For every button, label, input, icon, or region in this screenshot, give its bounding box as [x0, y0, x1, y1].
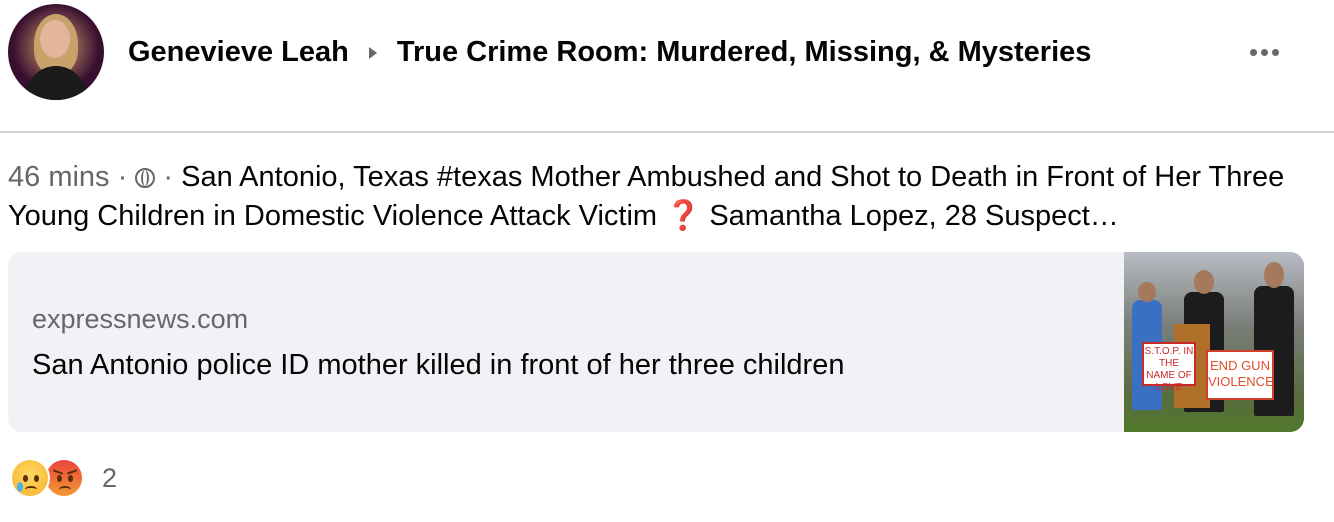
officer-head: [1194, 270, 1214, 294]
link-headline: San Antonio police ID mother killed in f…: [32, 349, 845, 381]
dot-icon: [1249, 48, 1257, 56]
eye: [23, 475, 28, 482]
meta-separator: ·: [163, 161, 182, 193]
post-body: 46 mins · · San Antonio, Texas #texas Mo…: [8, 158, 1308, 236]
sad-reaction-icon: [10, 458, 50, 498]
post-text-part2[interactable]: Samantha Lopez, 28 Suspect…: [709, 200, 1118, 232]
tear: [17, 482, 23, 492]
mouth: [59, 486, 71, 493]
brow: [66, 469, 78, 475]
group-name[interactable]: True Crime Room: Murdered, Missing, & My…: [397, 36, 1092, 69]
caret-right-icon: [368, 46, 377, 59]
brow: [52, 469, 64, 475]
link-domain: expressnews.com: [32, 304, 249, 334]
protest-sign-end-gun-violence: END GUN VIOLENCE: [1206, 350, 1274, 400]
author-name[interactable]: Genevieve Leah: [128, 36, 349, 69]
reactions-summary[interactable]: 2: [10, 456, 117, 500]
question-mark-emoji: ❓: [665, 200, 702, 232]
eye: [57, 475, 62, 482]
dot-icon: [1271, 48, 1279, 56]
author-avatar[interactable]: [8, 4, 104, 100]
eye: [34, 475, 39, 482]
link-thumbnail-image: S.T.O.P. IN THE NAME OF LOVE END GUN VIO…: [1124, 252, 1304, 432]
post-header: Genevieve Leah True Crime Room: Murdered…: [0, 0, 1334, 133]
mouth: [25, 486, 37, 493]
angry-reaction-icon: [44, 458, 84, 498]
avatar-body: [26, 66, 86, 100]
officer-head: [1264, 262, 1284, 288]
eye: [68, 475, 73, 482]
post-time[interactable]: 46 mins: [8, 161, 110, 193]
person-head: [1138, 282, 1156, 302]
dot-icon: [1260, 48, 1268, 56]
author-line: Genevieve Leah True Crime Room: Murdered…: [128, 36, 1091, 69]
header-divider: [0, 131, 1334, 133]
globe-icon[interactable]: [135, 168, 156, 188]
protest-sign-stop: S.T.O.P. IN THE NAME OF LOVE: [1142, 342, 1196, 393]
more-options-button[interactable]: [1242, 40, 1286, 64]
meta-separator: ·: [117, 161, 136, 193]
reaction-count: 2: [102, 462, 118, 493]
link-preview-card[interactable]: expressnews.com San Antonio police ID mo…: [8, 252, 1304, 432]
avatar-face: [40, 20, 70, 58]
